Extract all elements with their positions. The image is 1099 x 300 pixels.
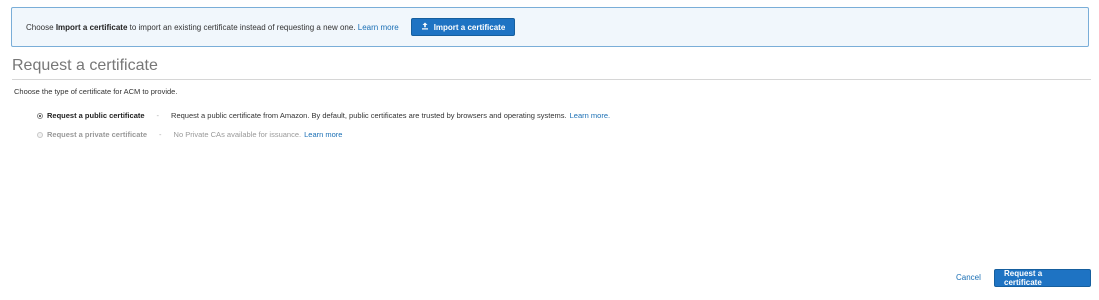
title-divider — [12, 79, 1091, 80]
public-certificate-label[interactable]: Request a public certificate — [47, 111, 145, 120]
cancel-button[interactable]: Cancel — [956, 273, 981, 282]
request-certificate-button[interactable]: Request a certificate — [994, 269, 1091, 287]
private-certificate-learn-more-link[interactable]: Learn more — [304, 130, 342, 139]
private-certificate-description: No Private CAs available for issuance. — [173, 130, 302, 139]
page-title: Request a certificate — [12, 57, 158, 74]
banner-learn-more-link[interactable]: Learn more — [358, 23, 399, 32]
public-certificate-description: Request a public certificate from Amazon… — [171, 111, 567, 120]
public-certificate-learn-more-link[interactable]: Learn more. — [570, 111, 610, 120]
private-certificate-label: Request a private certificate — [47, 130, 148, 139]
import-certificate-button-label: Import a certificate — [433, 22, 506, 32]
import-certificate-button[interactable]: Import a certificate — [410, 18, 516, 36]
banner-text-suffix: to import an existing certificate instea… — [129, 22, 356, 32]
certificate-type-description: Choose the type of certificate for ACM t… — [14, 87, 178, 96]
public-certificate-radio[interactable] — [37, 112, 43, 119]
request-certificate-button-label: Request a certificate — [1004, 269, 1043, 287]
option-separator: - — [156, 111, 160, 120]
import-info-banner: Choose Import a certificate to import an… — [11, 7, 1089, 47]
option-public-certificate[interactable]: Request a public certificate - Request a… — [37, 111, 610, 120]
banner-text-bold: Import a certificate — [55, 22, 128, 32]
option-private-certificate: Request a private certificate - No Priva… — [37, 130, 342, 139]
option-separator: - — [159, 130, 162, 139]
banner-text-prefix: Choose — [26, 22, 54, 32]
request-certificate-page: Choose Import a certificate to import an… — [0, 0, 1099, 300]
upload-icon — [421, 22, 429, 32]
private-certificate-radio — [37, 131, 43, 138]
